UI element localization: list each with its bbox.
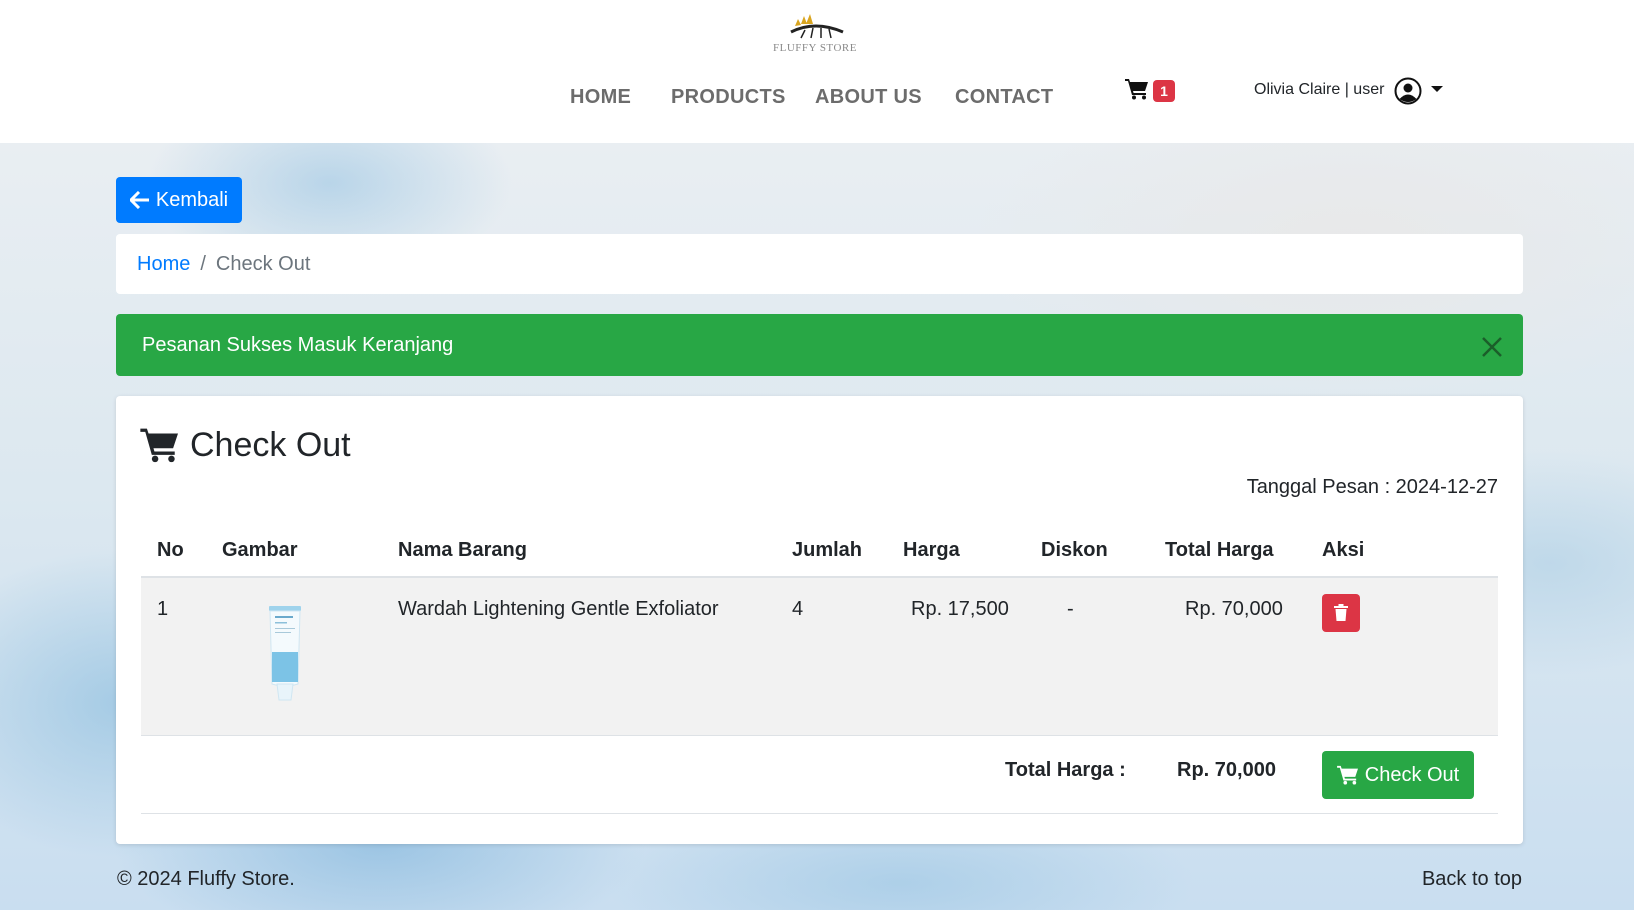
logo-text: FLUFFY STORE bbox=[773, 42, 857, 54]
cart-count-badge: 1 bbox=[1153, 80, 1175, 102]
total-price-label: Total Harga : bbox=[1005, 759, 1126, 781]
table-row: 1 Wardah Lightening Gentle Exfoliator 4 … bbox=[141, 578, 1498, 736]
total-price-value: Rp. 70,000 bbox=[1177, 759, 1276, 781]
delete-item-button[interactable] bbox=[1322, 594, 1360, 632]
user-name-label[interactable]: Olivia Claire | user bbox=[1254, 81, 1384, 99]
column-header-action: Aksi bbox=[1322, 539, 1365, 561]
page-title: Check Out bbox=[140, 422, 351, 468]
table-header: No Gambar Nama Barang Jumlah Harga Disko… bbox=[141, 522, 1498, 578]
back-to-top-link[interactable]: Back to top bbox=[1422, 868, 1522, 891]
chevron-down-icon[interactable] bbox=[1430, 84, 1444, 94]
nav-products[interactable]: PRODUCTS bbox=[671, 86, 786, 109]
nav-home[interactable]: HOME bbox=[570, 86, 631, 109]
checkout-card: Check Out Tanggal Pesan : 2024-12-27 No … bbox=[116, 396, 1523, 844]
row-no: 1 bbox=[157, 598, 169, 620]
checkout-table: No Gambar Nama Barang Jumlah Harga Disko… bbox=[141, 522, 1498, 814]
user-avatar-icon[interactable] bbox=[1394, 77, 1422, 105]
row-total: Rp. 70,000 bbox=[1185, 598, 1283, 620]
breadcrumb-home[interactable]: Home bbox=[137, 253, 190, 276]
store-logo[interactable]: FLUFFY STORE bbox=[765, 14, 865, 58]
column-header-discount: Diskon bbox=[1041, 539, 1108, 561]
site-header: FLUFFY STORE HOME PRODUCTS ABOUT US CONT… bbox=[0, 0, 1634, 143]
product-image bbox=[269, 606, 301, 701]
column-header-image: Gambar bbox=[222, 539, 298, 561]
checkout-button[interactable]: Check Out bbox=[1322, 751, 1474, 799]
row-price: Rp. 17,500 bbox=[911, 598, 1009, 620]
checkout-button-label: Check Out bbox=[1364, 763, 1460, 786]
back-button[interactable]: Kembali bbox=[116, 177, 242, 223]
row-discount: - bbox=[1067, 598, 1074, 620]
breadcrumb: Home / Check Out bbox=[116, 234, 1523, 294]
nav-about-us[interactable]: ABOUT US bbox=[815, 86, 922, 109]
row-quantity: 4 bbox=[792, 598, 804, 620]
column-header-qty: Jumlah bbox=[792, 539, 863, 561]
success-alert: Pesanan Sukses Masuk Keranjang bbox=[116, 314, 1523, 376]
cart-link[interactable]: 1 bbox=[1125, 78, 1177, 104]
nav-contact[interactable]: CONTACT bbox=[955, 86, 1053, 109]
breadcrumb-current: Check Out bbox=[215, 252, 311, 275]
table-footer: Total Harga : Rp. 70,000 Check Out bbox=[141, 736, 1498, 814]
alert-message: Pesanan Sukses Masuk Keranjang bbox=[142, 333, 454, 356]
row-product-name: Wardah Lightening Gentle Exfoliator bbox=[398, 598, 719, 620]
order-date: Tanggal Pesan : 2024-12-27 bbox=[1246, 476, 1498, 498]
cart-icon bbox=[1336, 765, 1358, 785]
column-header-no: No bbox=[157, 539, 184, 561]
cart-icon bbox=[140, 428, 178, 463]
logo-eyelash-icon bbox=[790, 14, 844, 39]
close-icon[interactable] bbox=[1481, 336, 1503, 358]
column-header-price: Harga bbox=[903, 539, 960, 561]
column-header-total: Total Harga bbox=[1165, 539, 1274, 561]
cart-icon bbox=[1125, 79, 1148, 100]
page-title-text: Check Out bbox=[190, 425, 351, 464]
trash-icon bbox=[1334, 604, 1348, 621]
back-button-label: Kembali bbox=[155, 188, 229, 211]
footer-copyright: © 2024 Fluffy Store. bbox=[117, 868, 295, 890]
column-header-name: Nama Barang bbox=[398, 539, 527, 561]
breadcrumb-separator: / bbox=[200, 252, 206, 275]
arrow-left-icon bbox=[129, 191, 149, 209]
